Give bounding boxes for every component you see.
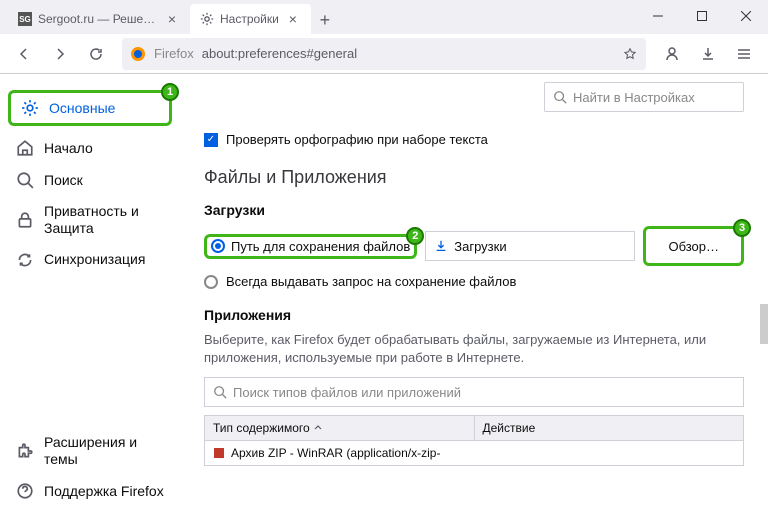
puzzle-icon — [16, 442, 34, 460]
settings-sidebar: Основные 1 Начало Поиск Приватность и За… — [0, 74, 180, 523]
radio-unchecked-icon[interactable] — [204, 275, 218, 289]
apps-filter-placeholder: Поиск типов файлов или приложений — [233, 385, 461, 400]
spellcheck-option[interactable]: ✓ Проверять орфографию при наборе текста — [204, 132, 744, 147]
account-button[interactable] — [656, 38, 688, 70]
menu-button[interactable] — [728, 38, 760, 70]
sidebar-label: Начало — [44, 140, 93, 157]
back-button[interactable] — [8, 38, 40, 70]
urlbar-prefix: Firefox — [154, 46, 194, 61]
th-action[interactable]: Действие — [475, 416, 744, 440]
sidebar-item-support[interactable]: Поддержка Firefox — [0, 475, 180, 507]
sidebar-item-home[interactable]: Начало — [0, 132, 180, 164]
highlight-1: Основные 1 — [8, 90, 172, 126]
table-header: Тип содержимого Действие — [205, 416, 743, 441]
save-path-label: Путь для сохранения файлов — [231, 239, 410, 254]
close-icon[interactable]: × — [285, 11, 301, 27]
table-row[interactable]: Архив ZIP - WinRAR (application/x-zip- — [205, 441, 743, 465]
sort-icon — [314, 424, 322, 432]
sidebar-label: Приватность и Защита — [44, 203, 164, 237]
browse-button[interactable]: Обзор… — [650, 231, 737, 261]
badge-1: 1 — [161, 83, 179, 101]
bookmark-icon[interactable] — [622, 46, 638, 62]
badge-3: 3 — [733, 219, 751, 237]
sidebar-label: Поддержка Firefox — [44, 483, 164, 500]
sidebar-item-privacy[interactable]: Приватность и Защита — [0, 196, 180, 244]
save-path-radio[interactable]: Путь для сохранения файлов — [211, 239, 410, 254]
settings-search-input[interactable]: Найти в Настройках — [544, 82, 744, 112]
close-button[interactable] — [724, 0, 768, 32]
download-folder-label: Загрузки — [454, 239, 506, 254]
urlbar-address: about:preferences#general — [202, 46, 614, 61]
sidebar-item-search[interactable]: Поиск — [0, 164, 180, 196]
apps-description: Выберите, как Firefox будет обрабатывать… — [204, 331, 744, 367]
spellcheck-label: Проверять орфографию при наборе текста — [226, 132, 488, 147]
always-ask-label: Всегда выдавать запрос на сохранение фай… — [226, 274, 516, 289]
favicon-sg: SG — [18, 12, 32, 26]
lock-icon — [16, 211, 34, 229]
th-content-type[interactable]: Тип содержимого — [205, 416, 475, 440]
firefox-icon — [130, 46, 146, 62]
apps-heading: Приложения — [204, 307, 744, 323]
file-icon — [213, 447, 225, 459]
radio-checked-icon[interactable] — [211, 239, 225, 253]
settings-main: Найти в Настройках Форматирования даты, … — [180, 74, 768, 523]
always-ask-radio[interactable]: Всегда выдавать запрос на сохранение фай… — [204, 274, 744, 289]
badge-2: 2 — [406, 227, 424, 245]
sidebar-label: Синхронизация — [44, 251, 145, 268]
row-label: Архив ZIP - WinRAR (application/x-zip- — [231, 446, 440, 460]
gear-icon — [21, 99, 39, 117]
files-apps-heading: Файлы и Приложения — [204, 167, 744, 188]
highlight-2: Путь для сохранения файлов 2 — [204, 234, 417, 259]
checkbox-checked-icon[interactable]: ✓ — [204, 133, 218, 147]
sync-icon — [16, 251, 34, 269]
downloads-button[interactable] — [692, 38, 724, 70]
browser-toolbar: Firefox about:preferences#general — [0, 34, 768, 74]
download-folder-field[interactable]: Загрузки — [425, 231, 635, 261]
tab-sergoot[interactable]: SG Sergoot.ru — Решение ваши × — [8, 4, 190, 34]
forward-button[interactable] — [44, 38, 76, 70]
sidebar-label: Поиск — [44, 172, 83, 189]
search-icon — [553, 90, 567, 104]
browser-tabstrip: SG Sergoot.ru — Решение ваши × Настройки… — [0, 0, 768, 34]
apps-table: Тип содержимого Действие Архив ZIP - Win… — [204, 415, 744, 466]
sidebar-label: Основные — [49, 100, 115, 117]
search-placeholder: Найти в Настройках — [573, 90, 695, 105]
gear-icon — [200, 12, 214, 26]
tab-settings[interactable]: Настройки × — [190, 4, 311, 34]
scrollbar[interactable] — [760, 304, 768, 344]
browse-label: Обзор… — [668, 239, 719, 254]
maximize-button[interactable] — [680, 0, 724, 32]
sidebar-item-addons[interactable]: Расширения и темы — [0, 427, 180, 475]
minimize-button[interactable] — [636, 0, 680, 32]
tab-label: Настройки — [220, 12, 279, 26]
help-icon — [16, 482, 34, 500]
sidebar-item-sync[interactable]: Синхронизация — [0, 244, 180, 276]
search-icon — [213, 385, 227, 399]
new-tab-button[interactable]: + — [311, 6, 339, 34]
downloads-heading: Загрузки — [204, 202, 744, 218]
url-bar[interactable]: Firefox about:preferences#general — [122, 38, 646, 70]
settings-content: Основные 1 Начало Поиск Приватность и За… — [0, 74, 768, 523]
tab-label: Sergoot.ru — Решение ваши — [38, 12, 158, 26]
window-controls — [636, 0, 768, 32]
search-icon — [16, 171, 34, 189]
home-icon — [16, 139, 34, 157]
download-path-row: Путь для сохранения файлов 2 Загрузки Об… — [204, 226, 744, 266]
close-icon[interactable]: × — [164, 11, 180, 27]
sidebar-label: Расширения и темы — [44, 434, 164, 468]
apps-filter-input[interactable]: Поиск типов файлов или приложений — [204, 377, 744, 407]
sidebar-item-general[interactable]: Основные — [15, 95, 121, 121]
reload-button[interactable] — [80, 38, 112, 70]
download-icon — [434, 239, 448, 253]
highlight-3: Обзор… 3 — [643, 226, 744, 266]
